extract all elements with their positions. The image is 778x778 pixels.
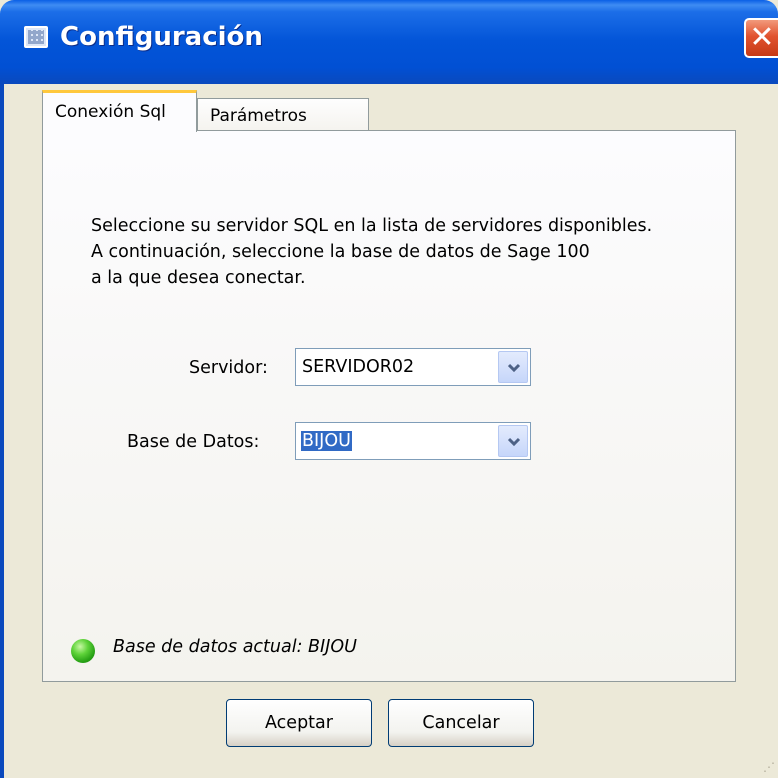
instructions-line-1: Seleccione su servidor SQL en la lista d… <box>91 216 653 236</box>
server-select[interactable]: SERVIDOR02 <box>295 348 531 386</box>
instructions-line-3: a la que desea conectar. <box>91 268 306 288</box>
status-ok-icon <box>71 639 95 663</box>
title-bar[interactable]: Configuración ✕ <box>0 0 778 84</box>
tab-conexion-sql[interactable]: Conexión Sql <box>42 90 197 132</box>
tab-parametros[interactable]: Parámetros <box>197 98 369 132</box>
window-frame-left <box>0 84 4 778</box>
resize-grip-icon[interactable]: ⋰ <box>763 760 775 774</box>
instructions-text: Seleccione su servidor SQL en la lista d… <box>91 213 721 291</box>
cancel-button[interactable]: Cancelar <box>388 699 534 747</box>
database-label: Base de Datos: <box>127 432 260 452</box>
database-select-value: BIJOU <box>301 431 352 451</box>
close-button[interactable]: ✕ <box>744 18 778 58</box>
app-icon <box>24 26 48 48</box>
tab-panel-conexion-sql: Seleccione su servidor SQL en la lista d… <box>42 130 736 682</box>
instructions-line-2: A continuación, seleccione la base de da… <box>91 242 590 262</box>
accept-button[interactable]: Aceptar <box>226 699 372 747</box>
chevron-down-icon[interactable] <box>498 351 528 383</box>
server-label: Servidor: <box>189 358 268 378</box>
database-select[interactable]: BIJOU <box>295 422 531 460</box>
chevron-down-icon[interactable] <box>498 425 528 457</box>
window-title: Configuración <box>60 22 263 52</box>
server-select-value: SERVIDOR02 <box>302 357 415 377</box>
current-database-status: Base de datos actual: BIJOU <box>113 637 357 657</box>
